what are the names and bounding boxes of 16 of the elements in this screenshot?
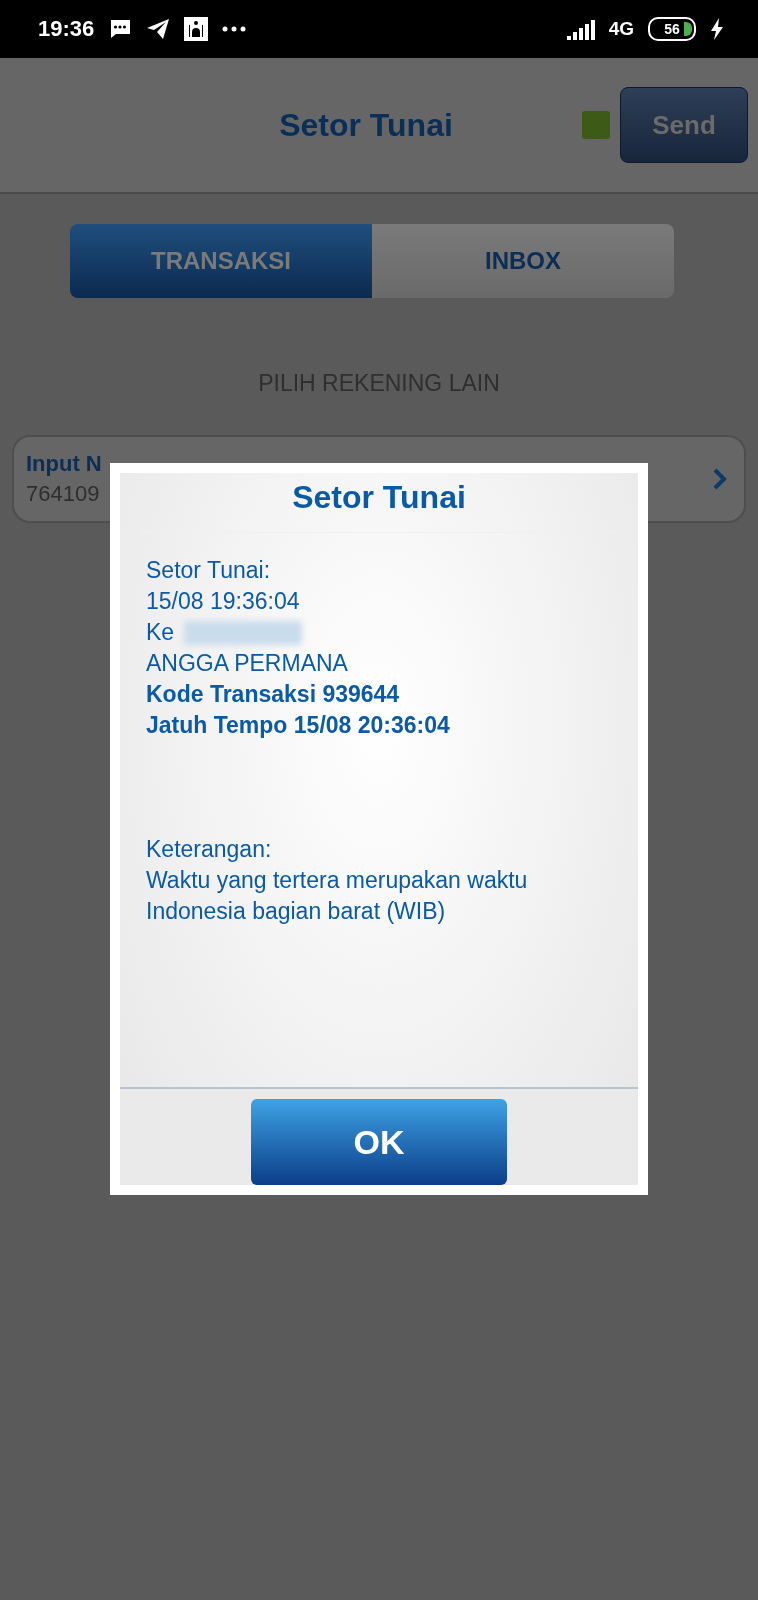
account-number: 764109 [26, 481, 100, 507]
dialog-text: 15/08 19:36:04 [146, 587, 300, 616]
dialog-text: Ke [146, 618, 175, 647]
dialog-text: Jatuh Tempo 15/08 20:36:04 [146, 711, 450, 740]
page-title: Setor Tunai [278, 106, 454, 144]
dialog-text: Indonesia bagian barat (WIB) [146, 897, 446, 926]
dialog-text: Setor Tunai: [146, 556, 271, 585]
battery-level: 56 [664, 21, 680, 37]
dialog-text: Kode Transaksi 939644 [146, 680, 400, 709]
dialog-text: ANGGA PERMANA [146, 649, 348, 678]
network-label: 4G [608, 18, 634, 40]
dialog-title: Setor Tunai [140, 473, 618, 533]
dialog-text: Waktu yang tertera merupakan waktu [146, 866, 528, 895]
dialog-text: Keterangan: [146, 835, 272, 864]
account-label: Input N [26, 451, 102, 477]
status-time: 19:36 [38, 16, 95, 42]
